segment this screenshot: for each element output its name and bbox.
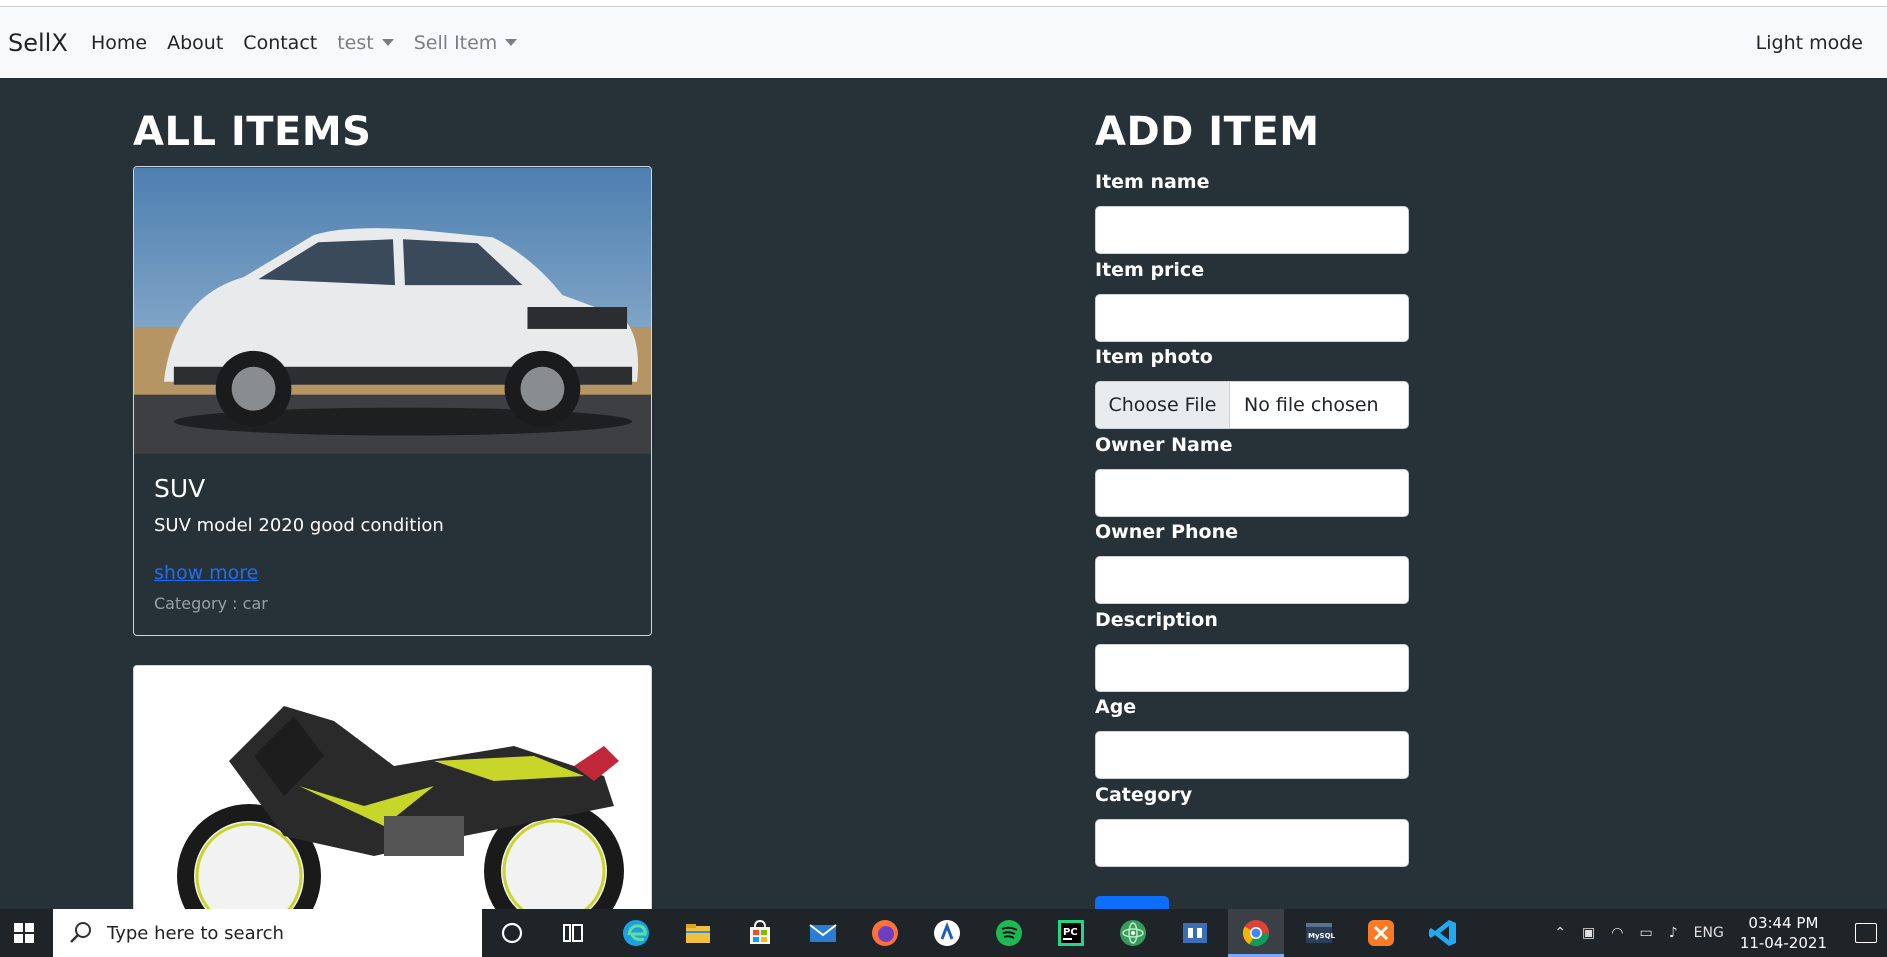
show-more-link[interactable]: show more (154, 562, 258, 584)
vscode-icon[interactable] (1427, 917, 1459, 949)
windows-logo-icon (14, 923, 34, 943)
taskbar-search[interactable]: Type here to search (53, 909, 482, 957)
category-input[interactable] (1095, 819, 1409, 867)
notification-icon[interactable] (1855, 923, 1877, 943)
motorcycle-image (134, 666, 651, 924)
card-title: SUV (154, 474, 206, 503)
owner-phone-input[interactable] (1095, 556, 1409, 604)
nav-dropdown-test-label: test (337, 31, 374, 54)
nav-dropdown-sell-item-label: Sell Item (413, 31, 498, 54)
pycharm-icon[interactable]: PC (1055, 917, 1087, 949)
svg-text:MySQL: MySQL (1308, 932, 1335, 940)
browser-top-strip (0, 0, 1887, 7)
cortana-icon[interactable] (496, 917, 528, 949)
item-photo-file-input[interactable]: Choose File No file chosen (1095, 381, 1409, 429)
edge-icon[interactable] (620, 917, 652, 949)
choose-file-button[interactable]: Choose File (1096, 382, 1230, 428)
mysql-workbench-icon[interactable]: MySQL (1303, 917, 1335, 949)
nav-home[interactable]: Home (91, 32, 147, 54)
search-placeholder: Type here to search (107, 922, 284, 944)
system-tray: ⌃ ▣ ◠ ▭ ♪ ENG 03:44 PM 11-04-2021 (1554, 909, 1887, 957)
taskbar: Type here to search PC MySQL ⌃ ▣ ◠ ▭ ♪ E… (0, 909, 1887, 957)
clock[interactable]: 03:44 PM 11-04-2021 (1740, 913, 1827, 953)
nav-dropdown-sell-item[interactable]: Sell Item (414, 32, 518, 54)
file-explorer-icon[interactable] (682, 917, 714, 949)
file-status-text: No file chosen (1244, 394, 1379, 416)
task-view-icon[interactable] (557, 917, 589, 949)
mail-icon[interactable] (807, 917, 839, 949)
language-indicator[interactable]: ENG (1694, 925, 1724, 941)
age-input[interactable] (1095, 731, 1409, 779)
caret-down-icon (381, 39, 394, 46)
app-icon[interactable] (1179, 917, 1211, 949)
nav-about[interactable]: About (167, 32, 223, 54)
item-card: SUV SUV model 2020 good condition show m… (133, 166, 652, 636)
volume-icon[interactable]: ♪ (1669, 925, 1678, 941)
add-item-title: ADD ITEM (1095, 109, 1320, 155)
wifi-icon[interactable]: ◠ (1611, 925, 1623, 941)
nav-contact[interactable]: Contact (243, 32, 317, 54)
caret-down-icon (505, 39, 518, 46)
item-name-input[interactable] (1095, 206, 1409, 254)
battery-icon[interactable]: ▭ (1639, 925, 1652, 941)
item-card (133, 665, 652, 925)
app-icon[interactable] (931, 917, 963, 949)
owner-name-label: Owner Name (1095, 434, 1233, 456)
brand-logo[interactable]: SellX (8, 29, 68, 57)
item-name-label: Item name (1095, 171, 1210, 193)
owner-phone-label: Owner Phone (1095, 521, 1239, 543)
clock-date: 11-04-2021 (1739, 934, 1827, 952)
spotify-icon[interactable] (993, 917, 1025, 949)
card-text: SUV model 2020 good condition (154, 515, 444, 536)
windows-start-button[interactable] (0, 909, 48, 957)
chevron-up-icon[interactable]: ⌃ (1554, 925, 1566, 941)
all-items-title: ALL ITEMS (133, 109, 372, 155)
meet-icon[interactable]: ▣ (1582, 925, 1595, 941)
card-body: SUV SUV model 2020 good condition show m… (134, 454, 651, 635)
description-input[interactable] (1095, 644, 1409, 692)
firefox-icon[interactable] (869, 917, 901, 949)
search-icon (70, 922, 91, 943)
light-mode-toggle[interactable]: Light mode (1756, 32, 1863, 54)
clock-time: 03:44 PM (1748, 914, 1819, 932)
nav-links: Home About Contact test Sell Item (91, 32, 537, 54)
chrome-icon[interactable] (1240, 917, 1272, 949)
navbar: SellX Home About Contact test Sell Item … (0, 7, 1887, 78)
store-icon[interactable] (744, 917, 776, 949)
description-label: Description (1095, 609, 1218, 631)
item-price-label: Item price (1095, 259, 1205, 281)
age-label: Age (1095, 696, 1137, 718)
nav-dropdown-test[interactable]: test (337, 32, 394, 54)
suv-image (134, 167, 651, 454)
item-price-input[interactable] (1095, 294, 1409, 342)
category-label: Category (1095, 784, 1193, 806)
atom-icon[interactable] (1117, 917, 1149, 949)
item-photo-label: Item photo (1095, 346, 1213, 368)
svg-text:PC: PC (1063, 927, 1078, 938)
card-category: Category : car (154, 594, 268, 613)
xampp-icon[interactable] (1365, 917, 1397, 949)
owner-name-input[interactable] (1095, 469, 1409, 517)
